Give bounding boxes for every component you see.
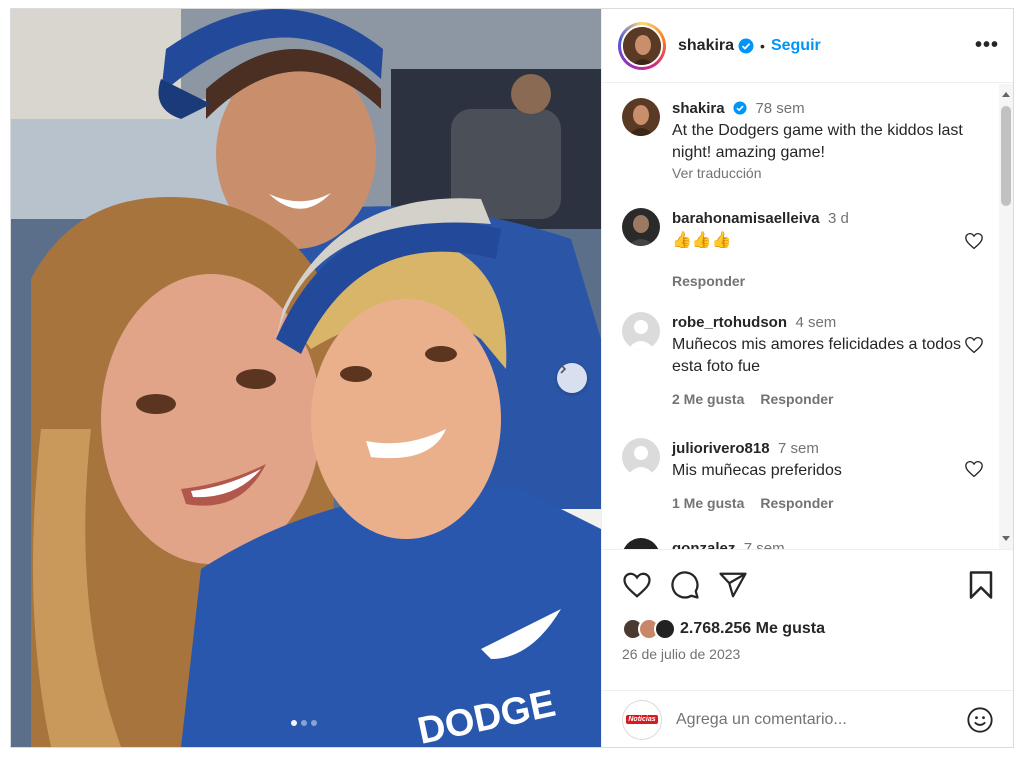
comment-item: gonzalez 7 sem (622, 538, 992, 549)
add-comment-bar: Noticias (602, 690, 1013, 747)
comment-time[interactable]: 4 sem (795, 314, 836, 331)
comments-list[interactable]: shakira 78 sem At the Dodgers game with … (602, 84, 1000, 549)
author-username[interactable]: shakira (678, 37, 734, 55)
comment-username[interactable]: barahonamisaelleiva (672, 210, 820, 227)
commenter-avatar[interactable] (622, 312, 660, 350)
next-chevron-icon (560, 364, 567, 374)
caption-item: shakira 78 sem At the Dodgers game with … (622, 98, 992, 182)
comment-username[interactable]: gonzalez (672, 540, 735, 549)
post-date[interactable]: 26 de julio de 2023 (622, 646, 740, 662)
comment-text: Muñecos mis amores felicidades a todos e… (672, 336, 962, 375)
caption-text: At the Dodgers game with the kiddos last… (672, 122, 963, 161)
scroll-up-arrow[interactable] (1002, 92, 1010, 97)
liker-avatar (654, 618, 676, 640)
comment-time[interactable]: 3 d (828, 210, 849, 227)
carousel-dot (291, 720, 297, 726)
comment-likes-count[interactable]: 1 Me gusta (672, 492, 744, 514)
post-actions: 2.768.256 Me gusta 26 de julio de 2023 N… (602, 549, 1013, 740)
commenter-avatar[interactable] (622, 208, 660, 246)
commenter-avatar-photo (622, 208, 660, 246)
comment-bubble-icon[interactable] (670, 570, 700, 600)
comment-username[interactable]: juliorivero818 (672, 440, 770, 457)
scroll-down-arrow[interactable] (1002, 536, 1010, 541)
next-slide-button[interactable] (557, 363, 587, 393)
likes-count[interactable]: 2.768.256 Me gusta (680, 620, 825, 638)
save-bookmark-icon[interactable] (968, 570, 994, 600)
verified-badge-icon (733, 101, 747, 115)
comment-like-heart-icon[interactable] (964, 460, 984, 478)
caption-time[interactable]: 78 sem (755, 100, 804, 117)
more-options-icon[interactable]: ••• (975, 34, 999, 57)
comment-text: 👍👍👍 (672, 232, 732, 249)
comment-item: juliorivero818 7 sem Mis muñecas preferi… (622, 438, 992, 514)
emoji-smiley-icon[interactable] (966, 706, 994, 734)
comment-text: Mis muñecas preferidos (672, 462, 842, 479)
reply-button[interactable]: Responder (760, 388, 833, 410)
verified-badge-icon (738, 38, 754, 53)
commenter-avatar[interactable] (622, 538, 660, 549)
likes-summary[interactable]: 2.768.256 Me gusta (622, 618, 825, 640)
comment-likes-count[interactable]: 2 Me gusta (672, 388, 744, 410)
comment-item: barahonamisaelleiva 3 d 👍👍👍 Responder (622, 208, 992, 292)
comment-time[interactable]: 7 sem (778, 440, 819, 457)
avatar-photo (623, 26, 661, 65)
comment-username[interactable]: robe_rtohudson (672, 314, 787, 331)
post-side-panel: shakira • Seguir ••• shakira 78 sem At t… (601, 9, 1013, 747)
comment-time[interactable]: 7 sem (744, 540, 785, 549)
like-heart-icon[interactable] (622, 570, 652, 600)
scroll-thumb[interactable] (1001, 106, 1011, 206)
translate-link[interactable]: Ver traducción (672, 164, 992, 182)
carousel-dot (301, 720, 307, 726)
reply-button[interactable]: Responder (760, 492, 833, 514)
caption-username[interactable]: shakira (672, 100, 725, 117)
selfie-illustration: DODGE (11, 9, 601, 747)
post-dialog: DODGE shakira • Seguir ••• shakira 78 se… (10, 8, 1014, 748)
comment-input[interactable] (676, 710, 966, 729)
carousel-indicator (291, 720, 317, 726)
share-paper-plane-icon[interactable] (718, 570, 748, 600)
comment-item: robe_rtohudson 4 sem Muñecos mis amores … (622, 312, 992, 410)
follow-button[interactable]: Seguir (771, 37, 821, 55)
post-header: shakira • Seguir ••• (602, 9, 1013, 83)
comment-like-heart-icon[interactable] (964, 336, 984, 354)
carousel-dot (311, 720, 317, 726)
comment-like-heart-icon[interactable] (964, 232, 984, 250)
caption-avatar[interactable] (622, 98, 660, 136)
header-separator: • (760, 37, 765, 54)
current-user-avatar: Noticias (622, 699, 662, 740)
caption-avatar-photo (622, 98, 660, 136)
post-photo[interactable]: DODGE (11, 9, 601, 747)
author-avatar[interactable] (618, 21, 666, 70)
comments-scrollbar[interactable] (999, 84, 1013, 549)
brand-logo: Noticias (626, 715, 658, 724)
default-avatar-icon (627, 446, 655, 476)
default-avatar-icon (627, 320, 655, 350)
commenter-avatar[interactable] (622, 438, 660, 476)
reply-button[interactable]: Responder (672, 270, 745, 292)
